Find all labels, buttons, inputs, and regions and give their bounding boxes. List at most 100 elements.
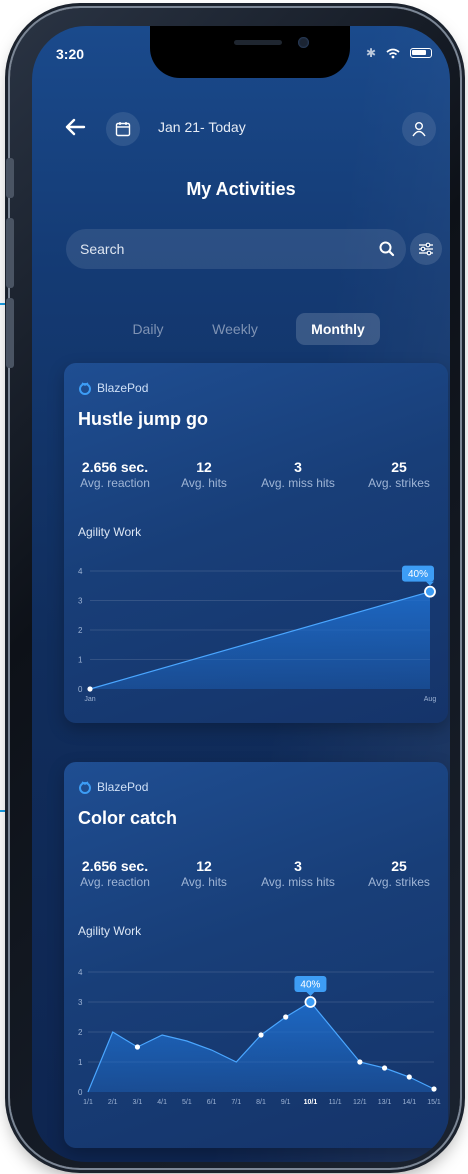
chart-label: Agility Work: [78, 525, 142, 539]
x-tick-label: 13/1: [378, 1099, 392, 1106]
stat-label: Avg. miss hits: [261, 476, 335, 490]
highlight-point: [424, 585, 436, 598]
y-tick-label: 0: [78, 1088, 83, 1097]
x-tick-label: 4/1: [157, 1099, 167, 1106]
data-point: [357, 1059, 363, 1065]
x-tick-label: Jan: [84, 696, 95, 703]
profile-button[interactable]: [402, 112, 436, 146]
y-tick-label: 1: [78, 1058, 83, 1067]
stat-avg-miss-hits: 3 Avg. miss hits: [248, 459, 348, 490]
x-tick-label: 7/1: [231, 1099, 241, 1106]
stat-avg-strikes: 25 Avg. strikes: [356, 459, 442, 490]
x-tick-label: 2/1: [108, 1099, 118, 1106]
highlight-badge-pointer: [426, 581, 434, 586]
blazepod-logo-icon: [79, 382, 91, 395]
brand-logo: BlazePod: [78, 381, 148, 395]
speaker: [234, 40, 282, 45]
tab-weekly[interactable]: Weekly: [200, 313, 270, 345]
calendar-button[interactable]: [106, 112, 140, 146]
status-time: 3:20: [56, 46, 85, 62]
status-icons: ✱: [366, 46, 432, 60]
x-tick-label: 6/1: [207, 1099, 217, 1106]
data-point: [431, 1086, 437, 1092]
agility-chart: 0 1 2 3 4 40% 1/1 2/1 3/1 4/1 5/1 6/1 7/1 8/1 9/1 10/1 1…: [78, 968, 441, 1106]
data-point: [134, 1044, 141, 1050]
y-tick-label: 2: [78, 1028, 83, 1037]
stat-label: Avg. reaction: [80, 875, 150, 889]
stat-label: Avg. miss hits: [261, 875, 335, 889]
stat-value: 2.656 sec.: [81, 858, 149, 874]
brand-name: BlazePod: [97, 381, 149, 395]
x-tick-label: 15/1: [427, 1099, 441, 1106]
stat-label: Avg. hits: [181, 875, 227, 889]
battery-icon: [410, 48, 432, 58]
stat-avg-hits: 12 Avg. hits: [174, 858, 234, 889]
highlight-label: 40%: [300, 980, 320, 991]
y-tick-label: 4: [78, 968, 83, 977]
stat-avg-reaction: 2.656 sec. Avg. reaction: [70, 459, 160, 490]
data-point: [406, 1074, 412, 1080]
stat-avg-strikes: 25 Avg. strikes: [356, 858, 442, 889]
stat-value: 25: [391, 858, 407, 874]
notch: [150, 26, 350, 78]
side-button: [6, 158, 14, 198]
stat-value: 2.656 sec.: [81, 459, 149, 475]
y-tick-label: 3: [78, 998, 83, 1007]
x-tick-label: Aug: [424, 696, 437, 703]
stat-value: 3: [294, 858, 302, 874]
stat-avg-hits: 12 Avg. hits: [174, 459, 234, 490]
camera: [298, 37, 309, 48]
data-point: [258, 1032, 264, 1038]
stat-label: Avg. reaction: [80, 476, 150, 490]
search-icon[interactable]: [378, 240, 396, 258]
y-tick-label: 2: [78, 626, 83, 635]
bluetooth-icon: ✱: [365, 46, 376, 60]
blazepod-logo-icon: [79, 781, 91, 794]
x-tick-label: 9/1: [281, 1099, 291, 1106]
brand-name: BlazePod: [97, 780, 149, 794]
calendar-icon: [115, 122, 131, 137]
tab-daily[interactable]: Daily: [118, 313, 178, 345]
stat-label: Avg. strikes: [368, 875, 430, 889]
activity-card[interactable]: BlazePod Color catch 2.656 sec. Avg. rea…: [64, 762, 448, 1148]
stat-label: Avg. strikes: [368, 476, 430, 490]
x-tick-label: 12/1: [353, 1099, 367, 1106]
stat-value: 12: [196, 459, 212, 475]
x-tick-label: 8/1: [256, 1099, 266, 1106]
stat-avg-reaction: 2.656 sec. Avg. reaction: [70, 858, 160, 889]
highlight-badge-pointer: [306, 992, 315, 996]
x-tick-label: 10/1: [304, 1099, 318, 1106]
back-arrow-icon[interactable]: [62, 114, 88, 140]
x-tick-label: 3/1: [133, 1099, 143, 1106]
chart-label: Agility Work: [78, 924, 142, 938]
stat-value: 3: [294, 459, 302, 475]
period-tabs: Daily Weekly Monthly: [32, 313, 450, 347]
search-input[interactable]: Search: [66, 229, 406, 269]
app-screen: 3:20 ✱ Jan 21- Today My Activities Searc…: [32, 26, 450, 1162]
stat-value: 25: [391, 459, 407, 475]
card-title: Color catch: [78, 808, 178, 828]
wifi-icon: [386, 48, 400, 58]
sliders-icon: [419, 242, 433, 256]
page-title: My Activities: [186, 179, 296, 199]
y-tick-label: 4: [78, 567, 83, 576]
data-point: [381, 1065, 388, 1071]
date-range[interactable]: Jan 21- Today: [158, 119, 246, 135]
stat-value: 12: [196, 858, 212, 874]
x-tick-label: 14/1: [402, 1099, 416, 1106]
tab-monthly[interactable]: Monthly: [296, 313, 380, 345]
stat-label: Avg. hits: [181, 476, 227, 490]
highlight-point: [304, 996, 317, 1008]
x-tick-label: 11/1: [329, 1099, 342, 1106]
brand-logo: BlazePod: [78, 780, 148, 794]
phone-frame: 3:20 ✱ Jan 21- Today My Activities Searc…: [6, 8, 460, 1168]
data-point: [87, 686, 93, 692]
y-tick-label: 1: [78, 656, 83, 665]
stat-avg-miss-hits: 3 Avg. miss hits: [248, 858, 348, 889]
search-placeholder: Search: [80, 241, 125, 257]
filter-button[interactable]: [410, 233, 442, 265]
activity-card[interactable]: BlazePod Hustle jump go 2.656 sec. Avg. …: [64, 363, 448, 723]
highlight-label: 40%: [408, 569, 428, 580]
data-point: [283, 1014, 289, 1020]
side-button: [6, 218, 14, 288]
